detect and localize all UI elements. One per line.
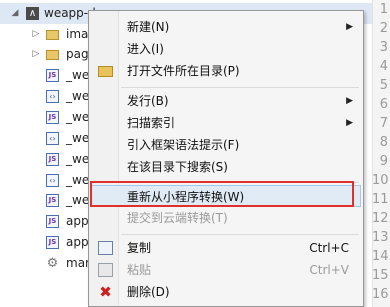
- line-number: 4: [379, 59, 388, 74]
- menu-item-search-in-directory[interactable]: 在该目录下搜索(S): [91, 156, 361, 178]
- js-file-icon: [46, 215, 59, 228]
- tree-item-label: _we: [66, 131, 90, 145]
- open-folder-icon: [98, 66, 113, 77]
- menu-item-delete[interactable]: ✖ 删除(D): [91, 281, 361, 303]
- tree-item-label: _we: [66, 68, 90, 82]
- line-number: 11: [372, 192, 389, 207]
- menu-item-label: 引入框架语法提示(F): [127, 138, 240, 152]
- gear-icon: ⚙: [46, 256, 59, 271]
- js-file-icon: [46, 236, 59, 249]
- project-icon: [26, 7, 39, 20]
- line-number: 3: [379, 40, 388, 55]
- submenu-arrow-icon: ▶: [346, 96, 353, 106]
- context-menu: 新建(N) ▶ 进入(I) 打开文件所在目录(P) 发行(B) ▶ 扫描索引 ▶…: [88, 10, 364, 307]
- folder-icon: [46, 50, 59, 60]
- expand-arrow-icon[interactable]: ◢: [10, 3, 20, 24]
- menu-item-paste[interactable]: 粘贴 Ctrl+V: [91, 259, 361, 281]
- menu-item-framework-syntax-hints[interactable]: 引入框架语法提示(F): [91, 134, 361, 156]
- line-number: 14: [372, 249, 389, 264]
- menu-item-label: 提交到云端转换(T): [127, 211, 228, 225]
- menu-item-label: 发行(B): [127, 94, 169, 108]
- collapse-arrow-icon[interactable]: ▷: [31, 24, 41, 45]
- tree-item-label: _we: [66, 110, 90, 124]
- line-number: 8: [379, 135, 388, 150]
- xml-file-icon: [46, 174, 59, 187]
- menu-separator: [121, 234, 359, 235]
- collapse-arrow-icon[interactable]: ▷: [31, 44, 41, 65]
- menu-item-publish[interactable]: 发行(B) ▶: [91, 90, 361, 112]
- js-file-icon: [46, 111, 59, 124]
- menu-item-new[interactable]: 新建(N) ▶: [91, 16, 361, 38]
- menu-item-label: 打开文件所在目录(P): [127, 64, 240, 78]
- line-number: 5: [379, 78, 388, 93]
- js-file-icon: [46, 153, 59, 166]
- menu-item-shortcut: Ctrl+V: [309, 263, 349, 277]
- folder-icon: [46, 30, 59, 40]
- submenu-arrow-icon: ▶: [346, 22, 353, 32]
- menu-item-label: 删除(D): [127, 285, 170, 299]
- line-number: 1: [379, 2, 388, 17]
- line-number: 13: [372, 230, 389, 245]
- line-number: 7: [379, 116, 388, 131]
- menu-item-label: 进入(I): [127, 42, 164, 56]
- line-number: 2: [379, 21, 388, 36]
- menu-item-label: 新建(N): [127, 20, 170, 34]
- line-number: 6: [379, 97, 388, 112]
- menu-item-open-containing-folder[interactable]: 打开文件所在目录(P): [91, 60, 361, 82]
- line-number: 10: [372, 173, 389, 188]
- copy-icon: [98, 241, 113, 255]
- submenu-arrow-icon: ▶: [346, 118, 353, 128]
- paste-icon: [98, 263, 113, 277]
- xml-file-icon: [46, 90, 59, 103]
- tree-item-label: _we: [66, 173, 90, 187]
- menu-separator: [121, 87, 359, 88]
- tree-item-label: _we: [66, 193, 90, 207]
- line-number: 12: [372, 211, 389, 226]
- menu-item-copy[interactable]: 复制 Ctrl+C: [91, 237, 361, 259]
- tree-item-label: _we: [66, 152, 90, 166]
- menu-item-submit-cloud-convert[interactable]: 提交到云端转换(T): [91, 207, 361, 229]
- menu-item-scan-index[interactable]: 扫描索引 ▶: [91, 112, 361, 134]
- line-number: 9: [379, 154, 388, 169]
- delete-icon: ✖: [99, 283, 112, 301]
- line-number: 16: [372, 287, 389, 302]
- menu-item-shortcut: Ctrl+C: [309, 241, 349, 255]
- menu-item-label: 粘贴: [127, 263, 152, 277]
- menu-item-enter[interactable]: 进入(I): [91, 38, 361, 60]
- line-number: 15: [372, 268, 389, 283]
- highlight-annotation-box: [90, 181, 354, 207]
- menu-item-label: 扫描索引: [127, 116, 176, 130]
- xml-file-icon: [46, 132, 59, 145]
- menu-item-label: 复制: [127, 241, 152, 255]
- menu-item-label: 在该目录下搜索(S): [127, 160, 228, 174]
- tree-item-label: _we: [66, 89, 90, 103]
- line-number-gutter: 1 2 3 4 5 6 7 8 9 10 11 12 13 14 15 16: [372, 0, 390, 307]
- js-file-icon: [46, 69, 59, 82]
- js-file-icon: [46, 194, 59, 207]
